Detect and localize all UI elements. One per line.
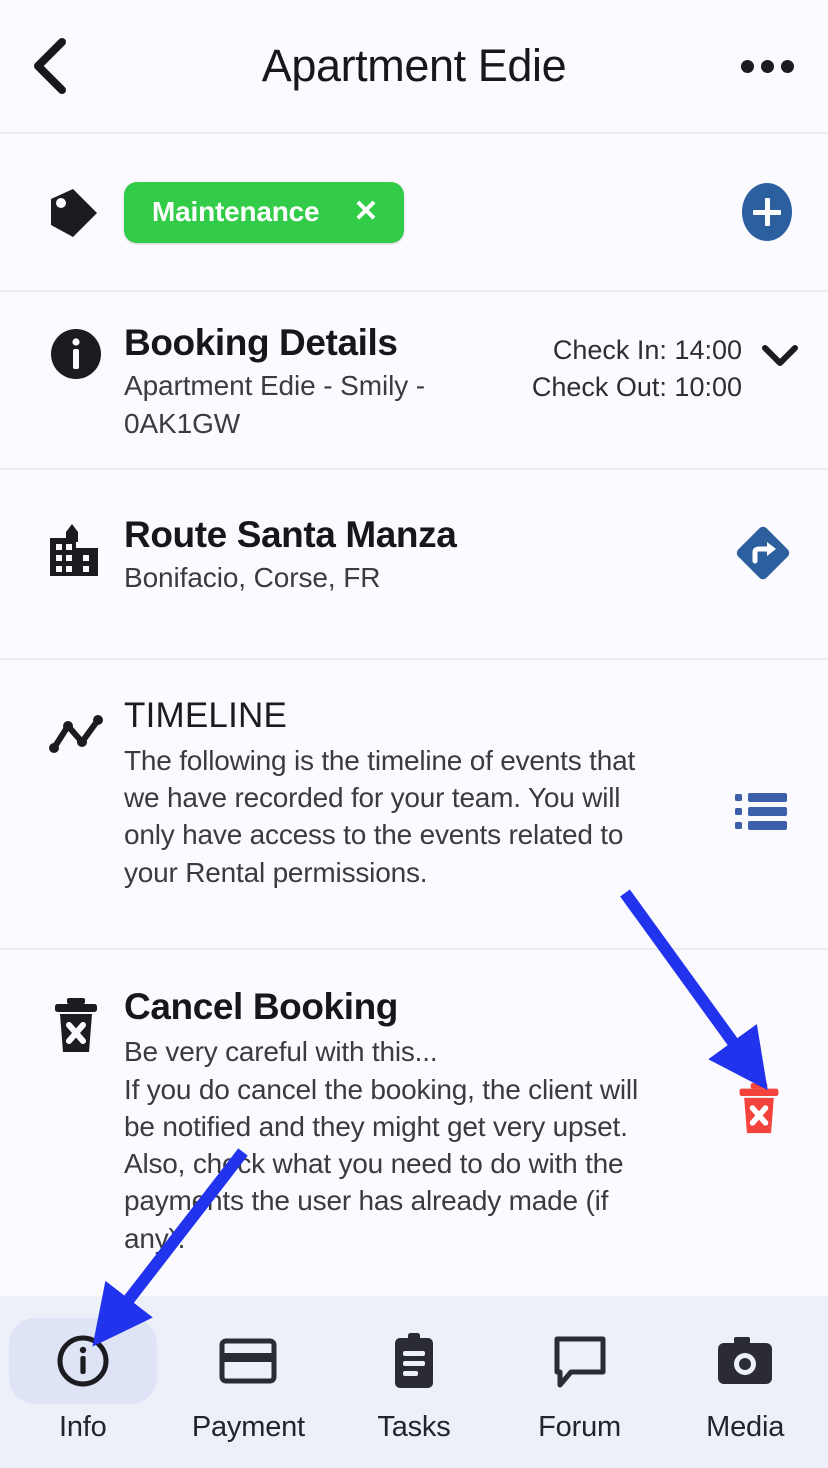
page-title: Apartment Edie bbox=[261, 40, 567, 91]
city-buildings-icon bbox=[50, 524, 98, 576]
booking-times: Check In: 14:00 Check Out: 10:00 bbox=[532, 322, 760, 407]
plus-circle-icon bbox=[742, 183, 792, 241]
timeline-icon-wrap bbox=[28, 696, 124, 758]
camera-icon bbox=[718, 1337, 773, 1384]
chevron-left-icon bbox=[34, 38, 66, 94]
main-content: Maintenance ✕ Booking Details Apartment … bbox=[0, 134, 828, 1296]
info-circle-icon bbox=[51, 329, 101, 379]
app-header: Apartment Edie bbox=[0, 0, 828, 134]
directions-button[interactable] bbox=[730, 520, 796, 586]
timeline-list-wrap bbox=[730, 696, 800, 842]
line-chart-icon bbox=[49, 715, 103, 753]
booking-details-section[interactable]: Booking Details Apartment Edie - Smily -… bbox=[0, 292, 828, 470]
nav-tab-forum-label: Forum bbox=[538, 1411, 621, 1443]
more-horizontal-icon-dot bbox=[761, 59, 774, 73]
trash-x-icon bbox=[55, 998, 97, 1052]
nav-tab-media-pill bbox=[671, 1318, 819, 1404]
nav-tab-media[interactable]: Media bbox=[665, 1318, 825, 1444]
address-subtitle: Bonifacio, Corse, FR bbox=[124, 562, 381, 594]
list-bullets-icon bbox=[735, 793, 787, 830]
nav-tab-info[interactable]: Info bbox=[3, 1318, 163, 1444]
nav-tab-info-label: Info bbox=[59, 1411, 107, 1443]
booking-expand-wrap bbox=[760, 322, 800, 376]
check-out-time: Check Out: 10:00 bbox=[531, 372, 742, 403]
tags-section: Maintenance ✕ bbox=[0, 134, 828, 292]
more-horizontal-icon-dot bbox=[741, 59, 754, 73]
timeline-text: TIMELINE The following is the timeline o… bbox=[124, 696, 730, 891]
timeline-section: TIMELINE The following is the timeline o… bbox=[0, 660, 828, 950]
timeline-list-button[interactable] bbox=[730, 780, 792, 842]
cancel-booking-section: Cancel Booking Be very careful with this… bbox=[0, 950, 828, 1257]
add-tag-button[interactable] bbox=[742, 183, 800, 241]
nav-tab-payment[interactable]: Payment bbox=[168, 1318, 328, 1444]
cancel-icon-wrap bbox=[28, 986, 124, 1056]
timeline-title: TIMELINE bbox=[124, 696, 288, 735]
nav-tab-tasks[interactable]: Tasks bbox=[334, 1318, 494, 1444]
address-icon-wrap bbox=[28, 514, 124, 580]
check-in-time: Check In: 14:00 bbox=[552, 335, 742, 365]
nav-tab-info-pill bbox=[8, 1318, 157, 1404]
booking-title: Booking Details bbox=[124, 322, 398, 363]
cancel-booking-button[interactable] bbox=[728, 1078, 790, 1140]
booking-text: Booking Details Apartment Edie - Smily -… bbox=[124, 322, 532, 443]
nav-tab-forum[interactable]: Forum bbox=[500, 1318, 660, 1444]
add-tag-wrap bbox=[742, 183, 800, 241]
nav-tab-tasks-label: Tasks bbox=[377, 1411, 451, 1443]
credit-card-icon bbox=[219, 1338, 277, 1384]
tag-chip-label: Maintenance bbox=[152, 195, 320, 227]
close-icon[interactable]: ✕ bbox=[353, 196, 378, 227]
tag-chip-list: Maintenance ✕ bbox=[124, 181, 742, 243]
booking-icon-wrap bbox=[28, 322, 124, 382]
cancel-text: Cancel Booking Be very careful with this… bbox=[124, 986, 728, 1257]
cancel-action-wrap bbox=[728, 986, 800, 1140]
bottom-navigation: Info Payment Tasks Forum Media bbox=[0, 1296, 828, 1468]
more-horizontal-icon-dot bbox=[781, 59, 794, 73]
timeline-description: The following is the timeline of events … bbox=[124, 745, 636, 888]
tag-icon-wrap bbox=[28, 183, 124, 241]
nav-tab-media-label: Media bbox=[706, 1411, 785, 1443]
cancel-warning-line-1: Be very careful with this... bbox=[124, 1036, 438, 1068]
app-screen: Apartment Edie Maintenance ✕ Booking Det… bbox=[0, 0, 828, 1468]
cancel-title: Cancel Booking bbox=[124, 986, 398, 1027]
clipboard-list-icon bbox=[394, 1333, 433, 1388]
trash-x-icon bbox=[739, 1083, 779, 1134]
nav-tab-tasks-pill bbox=[340, 1318, 488, 1404]
chevron-down-icon bbox=[762, 345, 798, 366]
back-button[interactable] bbox=[30, 35, 92, 97]
cancel-warning-line-2: If you do cancel the booking, the client… bbox=[124, 1073, 638, 1254]
address-title: Route Santa Manza bbox=[124, 514, 457, 555]
info-circle-outline-icon bbox=[57, 1335, 109, 1387]
nav-tab-payment-pill bbox=[174, 1318, 322, 1404]
tag-icon bbox=[51, 189, 97, 237]
address-section[interactable]: Route Santa Manza Bonifacio, Corse, FR bbox=[0, 470, 828, 660]
nav-tab-forum-pill bbox=[506, 1318, 654, 1404]
chat-bubble-icon bbox=[554, 1336, 606, 1388]
booking-expand-button[interactable] bbox=[760, 336, 800, 376]
directions-wrap bbox=[730, 514, 800, 586]
address-text: Route Santa Manza Bonifacio, Corse, FR bbox=[124, 514, 730, 597]
nav-tab-payment-label: Payment bbox=[191, 1411, 305, 1443]
more-options-button[interactable] bbox=[724, 35, 794, 97]
tag-chip-maintenance[interactable]: Maintenance ✕ bbox=[124, 181, 405, 243]
booking-subtitle: Apartment Edie - Smily - 0AK1GW bbox=[124, 370, 426, 440]
directions-sign-icon bbox=[736, 526, 790, 580]
